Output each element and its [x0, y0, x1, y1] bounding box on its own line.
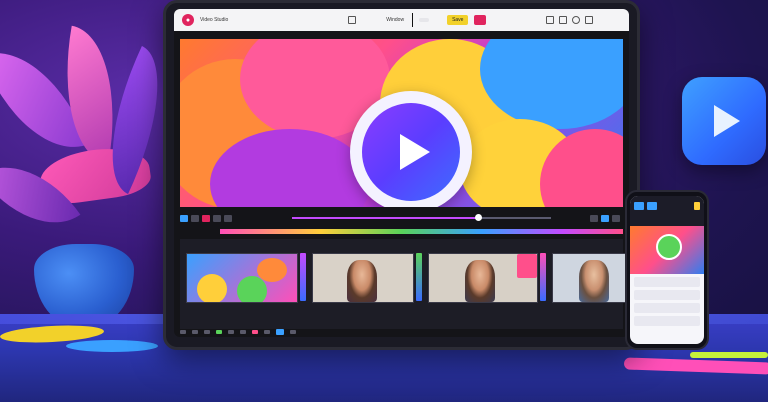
redo-icon[interactable]: [192, 330, 198, 334]
play-icon: [400, 134, 430, 170]
phone-screen: [630, 196, 704, 344]
play-small-icon[interactable]: [213, 214, 221, 222]
timeline-tracks: [180, 239, 629, 329]
window-menu[interactable]: Window: [386, 17, 404, 23]
video-preview[interactable]: [180, 39, 623, 207]
blue-pad: [66, 340, 158, 352]
thumbnail-icon[interactable]: [180, 214, 188, 222]
phone-list-item[interactable]: [634, 277, 700, 287]
fullscreen-icon[interactable]: [612, 214, 620, 222]
timeline-color-strip: [220, 229, 623, 234]
crop-icon[interactable]: [601, 214, 609, 222]
timeline-clip[interactable]: [312, 253, 414, 303]
effects-icon[interactable]: [252, 330, 258, 334]
person-photo: [465, 260, 495, 302]
text-icon[interactable]: [228, 330, 234, 334]
play-button[interactable]: [350, 91, 472, 207]
phone-button[interactable]: [694, 202, 700, 210]
phone-button[interactable]: [634, 202, 644, 210]
app-logo-icon[interactable]: ●: [182, 14, 194, 26]
share-button[interactable]: [474, 15, 486, 25]
video-app-icon: [682, 77, 766, 165]
timeline-toolbar: [180, 327, 623, 337]
phone-list-item[interactable]: [634, 303, 700, 313]
editor-toolbar: ● Video Studio Window Save: [174, 9, 629, 31]
export-button[interactable]: Save: [447, 15, 469, 25]
trim-icon[interactable]: [216, 330, 222, 334]
clip-shape: [517, 254, 537, 278]
phone-video-preview[interactable]: [630, 226, 704, 274]
split-icon[interactable]: [204, 330, 210, 334]
clip-shape: [237, 276, 267, 302]
timeline-clip[interactable]: [428, 253, 538, 303]
tablet: ● Video Studio Window Save: [163, 0, 640, 350]
clip-shape: [257, 258, 287, 282]
transition-icon[interactable]: [264, 330, 270, 334]
menu-icon[interactable]: [584, 16, 593, 24]
grid-icon[interactable]: [558, 16, 567, 24]
toolbar-button[interactable]: [419, 18, 430, 22]
avatar: [656, 234, 682, 260]
green-pad: [690, 352, 768, 358]
person-photo: [347, 260, 377, 302]
settings-icon[interactable]: [545, 16, 554, 24]
app-title: Video Studio: [200, 17, 229, 23]
camera-icon[interactable]: [348, 16, 357, 24]
toolbar-divider: [412, 13, 414, 27]
clip-volume-bar: [416, 253, 422, 301]
timeline-clip[interactable]: [552, 253, 629, 303]
undo-icon[interactable]: [180, 330, 186, 334]
volume-icon[interactable]: [590, 214, 598, 222]
phone-list-item[interactable]: [634, 290, 700, 300]
playback-controls: [180, 211, 623, 225]
play-button-inner: [362, 103, 460, 201]
clip-volume-bar: [300, 253, 306, 301]
forward-icon[interactable]: [224, 214, 232, 222]
scrubber-handle[interactable]: [475, 214, 483, 221]
rewind-icon[interactable]: [202, 214, 210, 222]
scrubber-progress: [292, 217, 479, 219]
skip-back-icon[interactable]: [191, 214, 199, 222]
user-icon[interactable]: [571, 16, 580, 24]
playhead-icon[interactable]: [276, 329, 284, 335]
phone-list-item[interactable]: [634, 316, 700, 326]
editor-screen: ● Video Studio Window Save: [174, 9, 629, 337]
clip-shape: [197, 274, 227, 302]
phone: [625, 190, 709, 350]
play-icon: [714, 105, 740, 137]
zoom-icon[interactable]: [290, 330, 296, 334]
playback-scrubber[interactable]: [292, 214, 551, 221]
person-photo: [579, 260, 609, 302]
scene: ● Video Studio Window Save: [0, 0, 768, 402]
phone-button[interactable]: [647, 202, 657, 210]
phone-header: [630, 196, 704, 226]
timeline-clip[interactable]: [186, 253, 298, 303]
clip-volume-bar: [540, 253, 546, 301]
audio-icon[interactable]: [240, 330, 246, 334]
